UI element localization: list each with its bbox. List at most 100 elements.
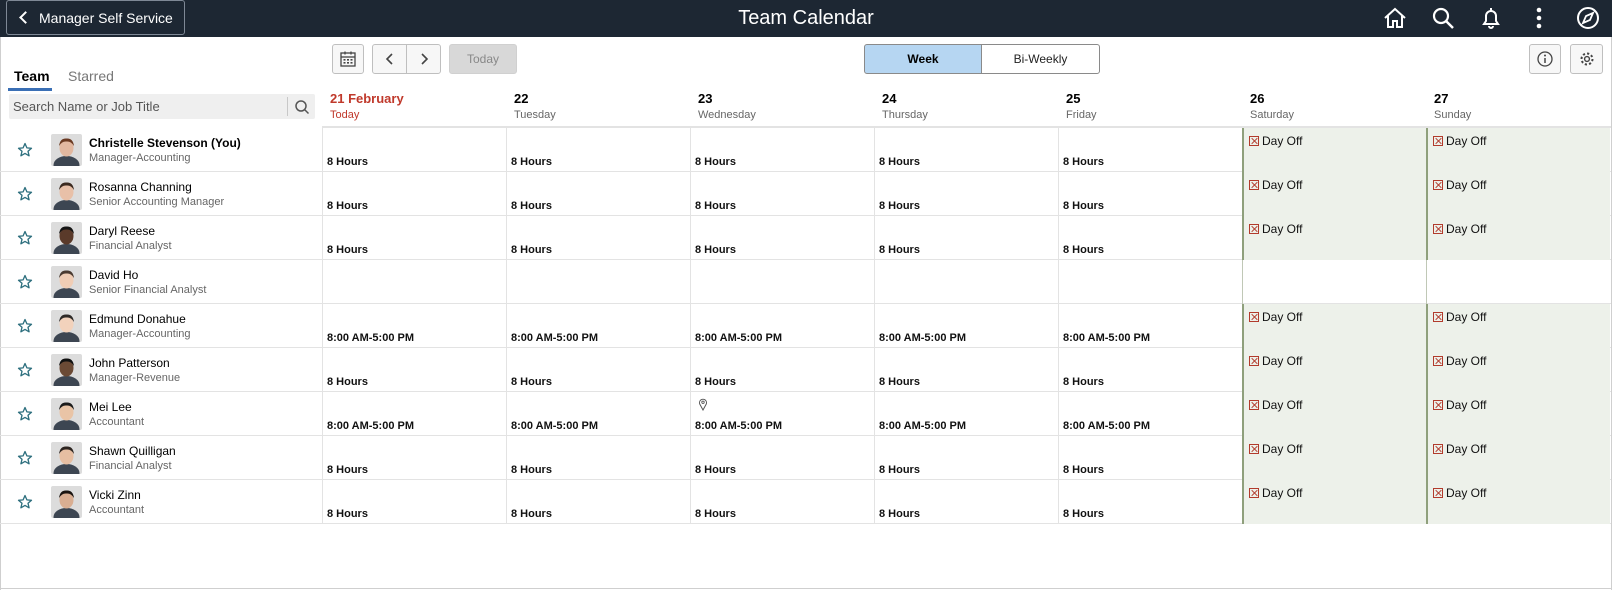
schedule-cell[interactable]: Day Off	[1242, 172, 1426, 216]
schedule-cell[interactable]: 8 Hours	[506, 348, 690, 392]
search-input[interactable]	[9, 94, 287, 119]
schedule-cell[interactable]: Day Off	[1426, 304, 1610, 348]
schedule-cell[interactable]	[690, 260, 874, 304]
employee-name[interactable]: Shawn Quilligan	[89, 444, 176, 458]
star-icon[interactable]	[16, 185, 34, 203]
schedule-cell[interactable]: 8:00 AM-5:00 PM	[690, 304, 874, 348]
today-button[interactable]: Today	[449, 44, 517, 74]
schedule-cell[interactable]	[1242, 260, 1426, 304]
employee-name[interactable]: Rosanna Channing	[89, 180, 192, 194]
schedule-cell[interactable]: 8 Hours	[322, 348, 506, 392]
employee-name[interactable]: Daryl Reese	[89, 224, 155, 238]
star-icon[interactable]	[16, 317, 34, 335]
schedule-cell[interactable]	[874, 260, 1058, 304]
schedule-cell[interactable]: 8 Hours	[1058, 436, 1242, 480]
avatar[interactable]	[51, 354, 82, 386]
avatar[interactable]	[51, 266, 82, 298]
schedule-cell[interactable]: 8:00 AM-5:00 PM	[506, 304, 690, 348]
schedule-cell[interactable]: 8 Hours	[690, 348, 874, 392]
star-icon[interactable]	[16, 273, 34, 291]
schedule-cell[interactable]: 8 Hours	[506, 436, 690, 480]
schedule-cell[interactable]: 8:00 AM-5:00 PM	[690, 392, 874, 436]
star-icon[interactable]	[16, 361, 34, 379]
schedule-cell[interactable]: 8 Hours	[506, 172, 690, 216]
schedule-cell[interactable]	[1058, 260, 1242, 304]
actions-menu-icon[interactable]	[1526, 5, 1552, 31]
calendar-picker-button[interactable]	[332, 44, 364, 74]
employee-name[interactable]: Christelle Stevenson (You)	[89, 136, 241, 150]
avatar[interactable]	[51, 486, 82, 518]
star-icon[interactable]	[16, 405, 34, 423]
schedule-cell[interactable]: 8 Hours	[322, 436, 506, 480]
search-icon[interactable]	[1430, 5, 1456, 31]
schedule-cell[interactable]: 8 Hours	[322, 172, 506, 216]
employee-name[interactable]: David Ho	[89, 268, 138, 282]
view-week-button[interactable]: Week	[864, 44, 982, 74]
schedule-cell[interactable]: 8 Hours	[874, 436, 1058, 480]
schedule-cell[interactable]: Day Off	[1426, 480, 1610, 524]
home-icon[interactable]	[1382, 5, 1408, 31]
schedule-cell[interactable]: 8 Hours	[1058, 172, 1242, 216]
schedule-cell[interactable]: Day Off	[1242, 436, 1426, 480]
schedule-cell[interactable]: Day Off	[1242, 392, 1426, 436]
avatar[interactable]	[51, 134, 82, 166]
schedule-cell[interactable]: 8:00 AM-5:00 PM	[874, 392, 1058, 436]
schedule-cell[interactable]: 8 Hours	[690, 216, 874, 260]
star-icon[interactable]	[16, 141, 34, 159]
schedule-cell[interactable]: 8 Hours	[322, 216, 506, 260]
schedule-cell[interactable]: Day Off	[1426, 392, 1610, 436]
tab-team[interactable]: Team	[14, 68, 50, 84]
schedule-cell[interactable]: Day Off	[1426, 128, 1610, 172]
schedule-cell[interactable]: 8 Hours	[506, 480, 690, 524]
schedule-cell[interactable]: Day Off	[1426, 216, 1610, 260]
employee-name[interactable]: Vicki Zinn	[89, 488, 141, 502]
schedule-cell[interactable]: 8 Hours	[1058, 216, 1242, 260]
schedule-cell[interactable]: 8:00 AM-5:00 PM	[1058, 392, 1242, 436]
avatar[interactable]	[51, 222, 82, 254]
schedule-cell[interactable]: 8 Hours	[322, 128, 506, 172]
employee-name[interactable]: Edmund Donahue	[89, 312, 186, 326]
schedule-cell[interactable]: Day Off	[1426, 172, 1610, 216]
schedule-cell[interactable]: 8:00 AM-5:00 PM	[874, 304, 1058, 348]
navigator-icon[interactable]	[1575, 5, 1601, 31]
schedule-cell[interactable]: 8 Hours	[322, 480, 506, 524]
schedule-cell[interactable]: 8 Hours	[506, 216, 690, 260]
info-button[interactable]	[1529, 44, 1561, 74]
employee-name[interactable]: Mei Lee	[89, 400, 132, 414]
schedule-cell[interactable]: 8 Hours	[690, 128, 874, 172]
schedule-cell[interactable]: 8 Hours	[874, 348, 1058, 392]
schedule-cell[interactable]: Day Off	[1426, 348, 1610, 392]
schedule-cell[interactable]: 8 Hours	[874, 128, 1058, 172]
star-icon[interactable]	[16, 449, 34, 467]
view-biweekly-button[interactable]: Bi-Weekly	[981, 44, 1100, 74]
schedule-cell[interactable]: 8:00 AM-5:00 PM	[506, 392, 690, 436]
previous-week-button[interactable]	[372, 44, 407, 74]
schedule-cell[interactable]: 8 Hours	[690, 172, 874, 216]
schedule-cell[interactable]: 8 Hours	[690, 480, 874, 524]
schedule-cell[interactable]: 8:00 AM-5:00 PM	[322, 304, 506, 348]
avatar[interactable]	[51, 178, 82, 210]
schedule-cell[interactable]: Day Off	[1242, 304, 1426, 348]
schedule-cell[interactable]: 8 Hours	[874, 172, 1058, 216]
star-icon[interactable]	[16, 229, 34, 247]
schedule-cell[interactable]: 8 Hours	[1058, 128, 1242, 172]
schedule-cell[interactable]: 8 Hours	[1058, 480, 1242, 524]
avatar[interactable]	[51, 310, 82, 342]
schedule-cell[interactable]: 8:00 AM-5:00 PM	[1058, 304, 1242, 348]
schedule-cell[interactable]: Day Off	[1242, 216, 1426, 260]
settings-button[interactable]	[1570, 44, 1603, 74]
schedule-cell[interactable]: 8 Hours	[506, 128, 690, 172]
employee-name[interactable]: John Patterson	[89, 356, 170, 370]
tab-starred[interactable]: Starred	[68, 68, 114, 84]
schedule-cell[interactable]	[1426, 260, 1610, 304]
schedule-cell[interactable]	[322, 260, 506, 304]
avatar[interactable]	[51, 442, 82, 474]
next-week-button[interactable]	[406, 44, 441, 74]
schedule-cell[interactable]: 8:00 AM-5:00 PM	[322, 392, 506, 436]
search-icon[interactable]	[293, 98, 311, 116]
schedule-cell[interactable]: Day Off	[1426, 436, 1610, 480]
schedule-cell[interactable]: 8 Hours	[874, 480, 1058, 524]
back-button[interactable]: Manager Self Service	[6, 0, 185, 35]
schedule-cell[interactable]: 8 Hours	[1058, 348, 1242, 392]
notification-bell-icon[interactable]	[1478, 5, 1504, 31]
